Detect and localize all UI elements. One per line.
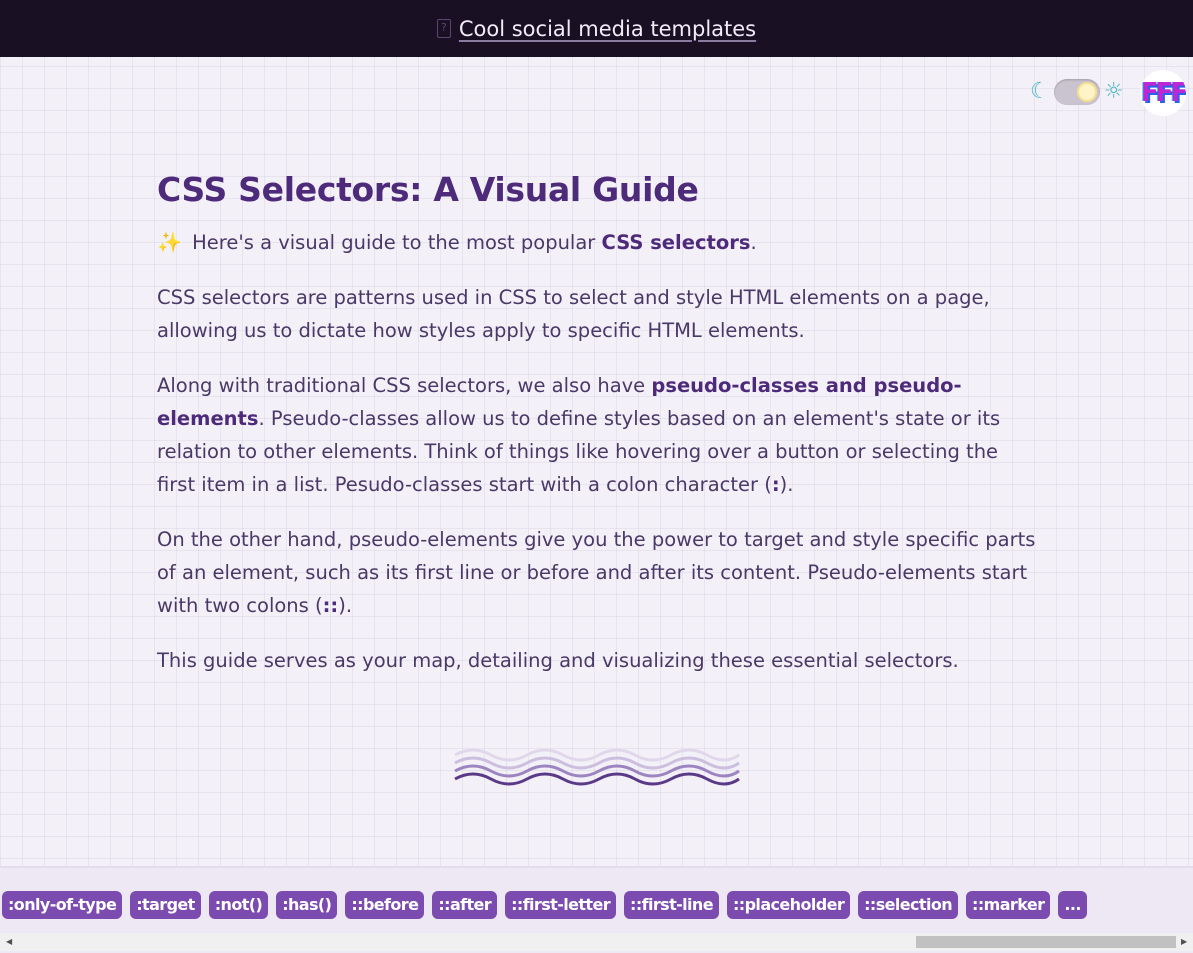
selector-chip[interactable]: :not() xyxy=(208,891,269,919)
selector-chip[interactable]: ... xyxy=(1058,891,1087,919)
selector-chip[interactable]: ::first-line xyxy=(624,891,719,919)
intro-bold: CSS selectors xyxy=(601,231,751,254)
intro-suffix: . xyxy=(750,231,757,254)
paragraph-1: CSS selectors are patterns used in CSS t… xyxy=(157,286,990,342)
sparkles-icon: ✨ xyxy=(157,230,182,254)
page-title: CSS Selectors: A Visual Guide xyxy=(157,170,699,209)
selector-chip-list: :only-of-type:target:not():has()::before… xyxy=(2,891,1087,919)
selector-chip[interactable]: ::selection xyxy=(858,891,959,919)
intro-prefix: Here's a visual guide to the most popula… xyxy=(185,231,602,254)
banner-link[interactable]: Cool social media templates xyxy=(459,17,756,41)
wave-divider xyxy=(454,748,740,786)
moon-icon: ☾ xyxy=(1030,79,1050,104)
paragraph-3: On the other hand, pseudo-elements give … xyxy=(157,523,1037,622)
selector-chip[interactable]: ::placeholder xyxy=(726,891,851,919)
avatar-logo-text: FFF xyxy=(1140,78,1186,108)
article: CSS Selectors: A Visual Guide ✨ Here's a… xyxy=(157,170,1037,699)
p2-code: : xyxy=(771,473,780,496)
selector-chip[interactable]: :target xyxy=(130,891,201,919)
paragraph-2: Along with traditional CSS selectors, we… xyxy=(157,369,1037,501)
top-banner: ? Cool social media templates xyxy=(0,0,1193,57)
theme-toggle[interactable]: ☾ ☼ xyxy=(1030,79,1123,105)
selector-chip[interactable]: ::first-letter xyxy=(505,891,617,919)
p2-prefix: Along with traditional CSS selectors, we… xyxy=(157,374,652,397)
p2-suffix: . Pseudo-classes allow us to define styl… xyxy=(157,407,1001,496)
intro-paragraph: ✨ Here's a visual guide to the most popu… xyxy=(157,226,1037,259)
selector-chip[interactable]: ::after xyxy=(432,891,498,919)
switch-knob xyxy=(1076,82,1097,102)
paragraph-4: This guide serves as your map, detailing… xyxy=(157,649,959,672)
p3-code: :: xyxy=(322,594,339,617)
selector-chip[interactable]: ::marker xyxy=(966,891,1051,919)
theme-switch[interactable] xyxy=(1053,79,1100,105)
p3-end: ). xyxy=(338,594,353,617)
horizontal-scrollbar[interactable]: ◀ ▶ xyxy=(0,933,1193,951)
selector-chip[interactable]: ::before xyxy=(345,891,425,919)
selector-chip[interactable]: :has() xyxy=(276,891,338,919)
scroll-right-icon[interactable]: ▶ xyxy=(1181,936,1187,948)
scroll-thumb[interactable] xyxy=(916,936,1176,948)
selector-chip[interactable]: :only-of-type xyxy=(2,891,123,919)
sun-icon: ☼ xyxy=(1103,79,1124,104)
scroll-left-icon[interactable]: ◀ xyxy=(6,936,12,948)
p2-end: ). xyxy=(779,473,794,496)
document-icon: ? xyxy=(436,19,451,38)
p3-prefix: On the other hand, pseudo-elements give … xyxy=(157,528,1036,617)
avatar[interactable]: FFF xyxy=(1140,70,1186,116)
